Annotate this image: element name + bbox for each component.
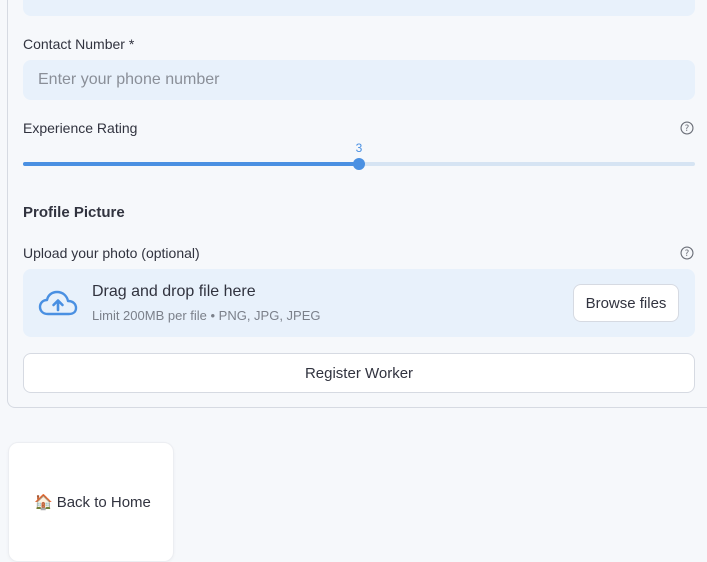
- dropzone-subtitle: Limit 200MB per file • PNG, JPG, JPEG: [92, 308, 321, 323]
- svg-text:?: ?: [685, 124, 690, 134]
- svg-text:?: ?: [685, 249, 690, 259]
- register-worker-button[interactable]: Register Worker: [23, 353, 695, 393]
- back-to-home-label: Back to Home: [56, 494, 151, 511]
- experience-rating-label: Experience Rating: [23, 120, 138, 136]
- previous-field-input[interactable]: [23, 0, 695, 16]
- back-to-home-link[interactable]: 🏠 Back to Home: [34, 493, 151, 511]
- browse-files-button[interactable]: Browse files: [573, 284, 679, 322]
- profile-picture-heading: Profile Picture: [23, 204, 125, 221]
- question-circle-icon[interactable]: ?: [680, 121, 694, 135]
- experience-rating-slider[interactable]: 3: [23, 141, 695, 173]
- dropzone-title: Drag and drop file here: [92, 283, 256, 300]
- back-to-home-card: 🏠 Back to Home: [8, 442, 174, 562]
- slider-fill: [23, 162, 359, 166]
- contact-number-label: Contact Number *: [23, 36, 135, 52]
- question-circle-icon[interactable]: ?: [680, 246, 694, 260]
- slider-thumb[interactable]: [353, 158, 365, 170]
- upload-photo-label: Upload your photo (optional): [23, 245, 200, 261]
- slider-value: 3: [355, 141, 363, 155]
- cloud-upload-icon: [38, 290, 78, 316]
- file-dropzone[interactable]: Drag and drop file here Limit 200MB per …: [23, 269, 695, 337]
- house-icon: 🏠: [34, 493, 53, 511]
- contact-number-input[interactable]: [23, 60, 695, 100]
